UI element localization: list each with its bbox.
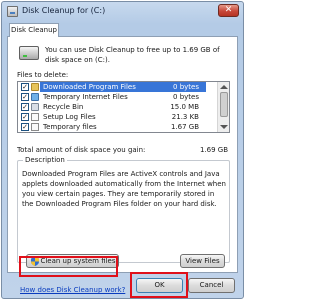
scroll-down-arrow-icon[interactable] [220,125,228,129]
red-highlight-box [19,256,118,277]
tab-disk-cleanup[interactable]: Disk Cleanup [9,23,59,37]
disk-cleanup-window: Disk Cleanup for (C:) ✕ Disk Cleanup You… [1,1,244,299]
list-item[interactable]: ✓ Recycle Bin 15.0 MB [18,102,229,112]
file-size: 0 bytes [173,93,199,101]
file-size: 0 bytes [173,83,199,91]
checkbox[interactable]: ✓ [21,93,29,101]
file-size: 1.67 GB [170,123,199,131]
file-name: Recycle Bin [43,103,84,111]
intro-text: You can use Disk Cleanup to free up to 1… [45,46,220,64]
files-list[interactable]: ✓ Downloaded Program Files 0 bytes ✓ Tem… [17,81,230,133]
list-item[interactable]: ✓ Downloaded Program Files 0 bytes [18,82,229,92]
checkbox[interactable]: ✓ [21,113,29,121]
file-name: Downloaded Program Files [43,83,136,91]
disk-cleanup-app-icon [7,6,18,17]
list-item[interactable]: ✓ Setup Log Files 21.3 KB [18,112,229,122]
hard-drive-icon [19,46,39,60]
recycle-bin-icon [31,103,39,111]
scrollbar-thumb[interactable] [220,92,228,117]
view-files-button[interactable]: View Files [180,254,225,268]
file-name: Setup Log Files [43,113,96,121]
help-link[interactable]: How does Disk Cleanup work? [20,286,125,294]
checkbox[interactable]: ✓ [21,103,29,111]
file-size: 15.0 MB [170,103,199,111]
red-highlight-box [130,272,188,298]
web-icon [31,93,39,101]
description-group: Description Downloaded Program Files are… [17,156,230,268]
title-bar: Disk Cleanup for (C:) ✕ [2,2,243,21]
total-space-label: Total amount of disk space you gain: [17,146,146,154]
document-icon [31,123,39,131]
description-text: Downloaded Program Files are ActiveX con… [22,170,226,208]
description-legend: Description [23,156,67,164]
folder-icon [31,83,39,91]
file-name: Temporary Internet Files [43,93,128,101]
vertical-scrollbar[interactable] [217,82,229,132]
total-space-value: 1.69 GB [199,146,228,154]
file-name: Temporary files [43,123,97,131]
close-button[interactable]: ✕ [218,4,239,17]
tab-panel: You can use Disk Cleanup to free up to 1… [7,36,238,273]
checkbox[interactable]: ✓ [21,123,29,131]
scroll-up-arrow-icon[interactable] [220,85,228,89]
list-item[interactable]: ✓ Temporary Internet Files 0 bytes [18,92,229,102]
document-icon [31,113,39,121]
cancel-button[interactable]: Cancel [188,278,235,293]
window-title: Disk Cleanup for (C:) [22,6,106,15]
list-item[interactable]: ✓ Temporary files 1.67 GB [18,122,229,132]
files-to-delete-label: Files to delete: [17,71,69,79]
file-size: 21.3 KB [171,113,199,121]
checkbox[interactable]: ✓ [21,83,29,91]
